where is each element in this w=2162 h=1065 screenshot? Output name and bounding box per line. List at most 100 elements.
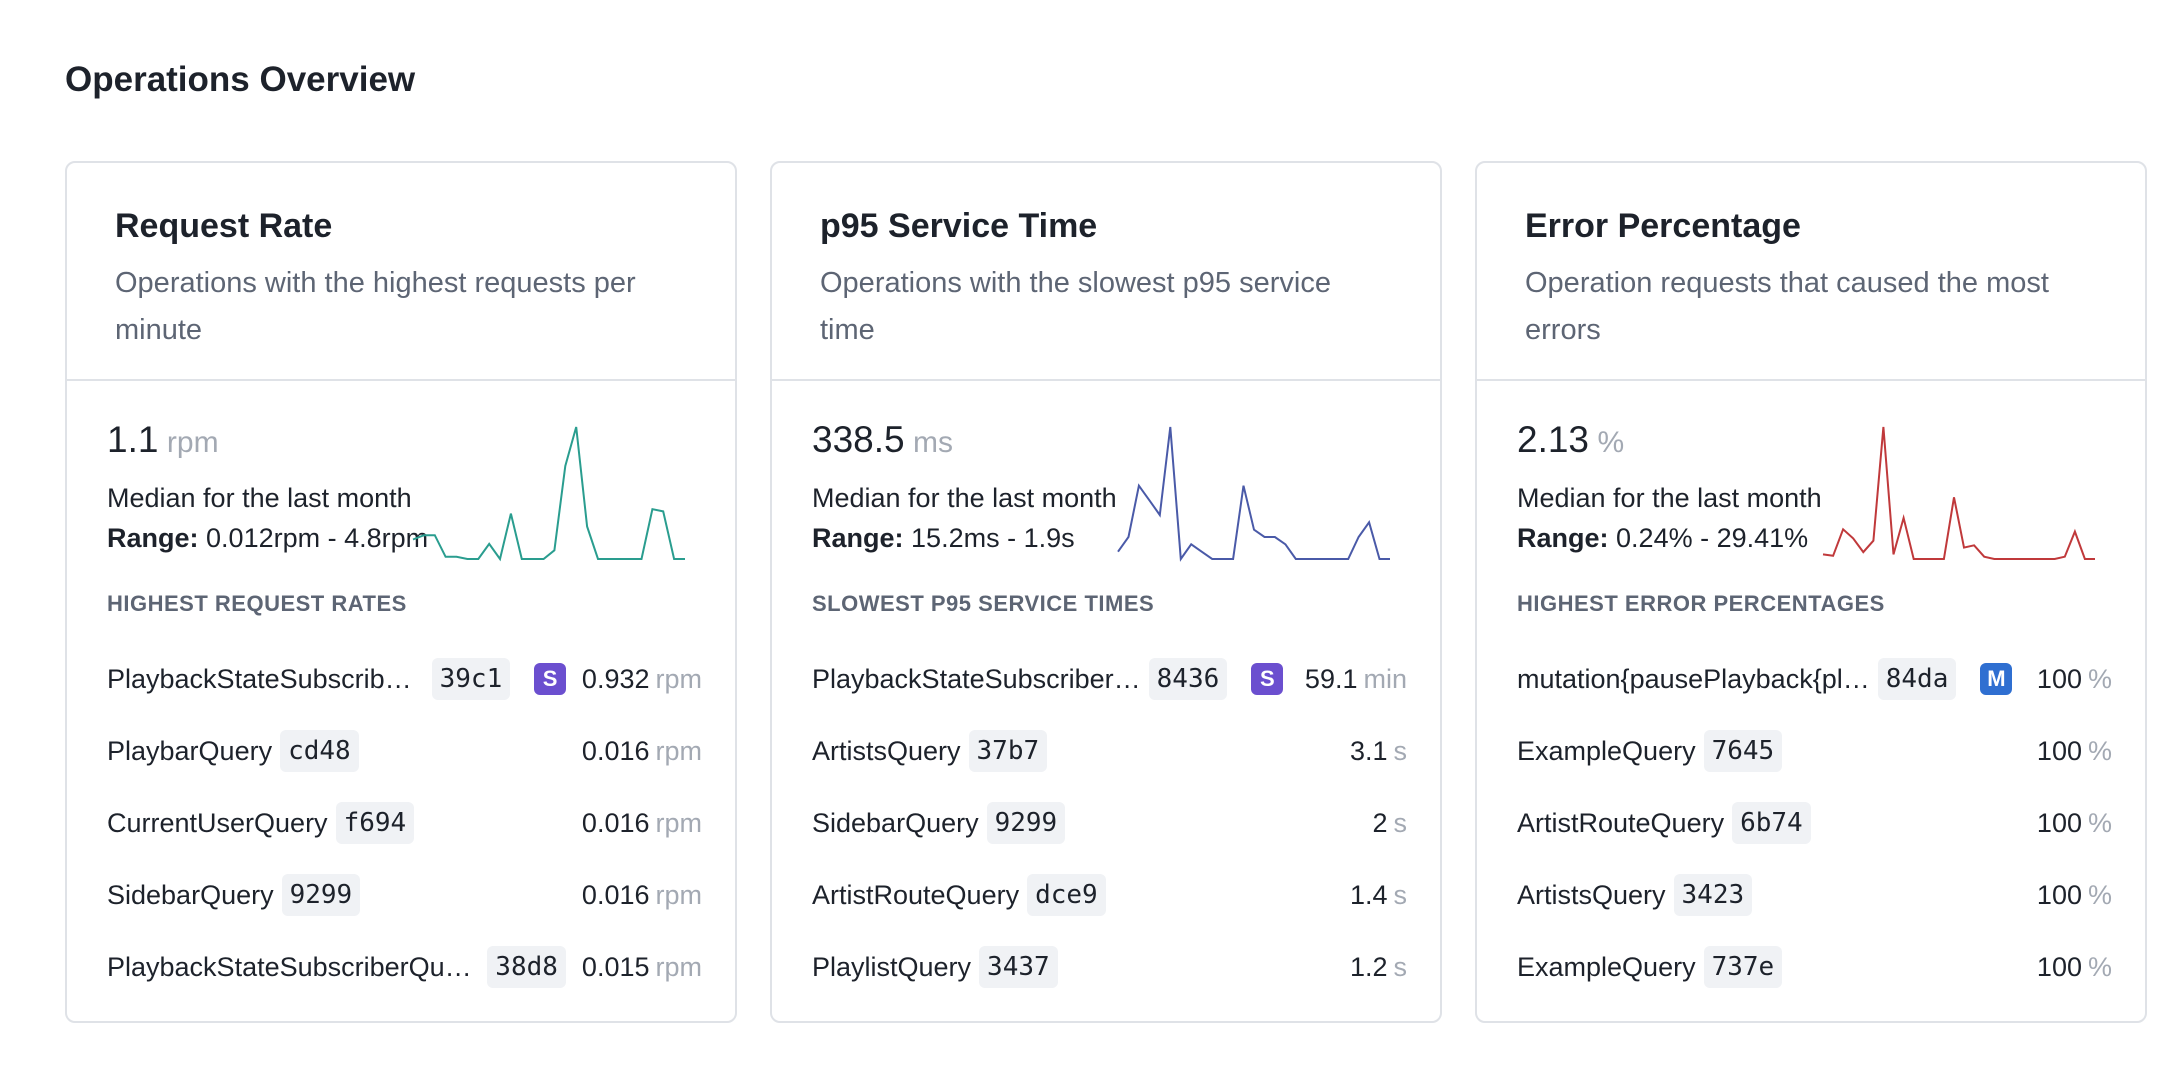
value-unit: rpm <box>655 663 703 694</box>
operation-name[interactable]: ArtistRouteQuery <box>1517 808 1724 839</box>
operation-hash: 3437 <box>979 946 1058 988</box>
operation-name[interactable]: ArtistsQuery <box>1517 880 1666 911</box>
range-label: Range: <box>107 523 199 553</box>
error-percentage-sparkline <box>1822 426 2095 560</box>
value-unit: rpm <box>655 951 703 982</box>
operation-row[interactable]: SidebarQuery 9299 0.016 rpm <box>107 859 702 931</box>
operation-value: 0.016 rpm <box>582 880 702 911</box>
operation-row[interactable]: PlaybarQuery cd48 0.016 rpm <box>107 715 702 787</box>
card-description: Operations with the highest requests per… <box>115 267 636 346</box>
operation-row[interactable]: PlaybackStateSubscriber… 8436 S 59.1 min <box>812 643 1407 715</box>
operation-hash: 737e <box>1703 946 1783 988</box>
operation-row[interactable]: ArtistsQuery 37b7 3.1 s <box>812 715 1407 787</box>
operation-name[interactable]: PlaybackStateSubscribe… <box>107 664 424 695</box>
value-number: 100 <box>2036 807 2082 838</box>
operation-name[interactable]: CurrentUserQuery <box>107 808 328 839</box>
metric-unit: ms <box>913 426 954 459</box>
operation-row[interactable]: mutation{pausePlayback{pl… 84da M 100% <box>1517 643 2112 715</box>
operation-value: 100% <box>2037 808 2112 839</box>
value-number: 3.1 <box>1349 735 1388 766</box>
operation-name[interactable]: PlaylistQuery <box>812 952 971 983</box>
value-unit: min <box>1363 663 1407 694</box>
operation-name[interactable]: ExampleQuery <box>1517 952 1696 983</box>
operation-name[interactable]: SidebarQuery <box>107 880 274 911</box>
metric-value: 1.1 <box>107 419 159 460</box>
value-number: 100 <box>2036 879 2082 910</box>
sparkline-line <box>1117 426 1390 562</box>
section-label: HIGHEST ERROR PERCENTAGES <box>1517 591 1885 616</box>
value-unit: % <box>2087 735 2112 766</box>
value-number: 0.016 <box>581 879 650 910</box>
operation-row[interactable]: CurrentUserQuery f694 0.016 rpm <box>107 787 702 859</box>
operation-row[interactable]: PlaylistQuery 3437 1.2 s <box>812 931 1407 1003</box>
operation-value: 100% <box>2037 880 2112 911</box>
cards-container: Request Rate Operations with the highest… <box>65 161 2147 1023</box>
range-label: Range: <box>1517 523 1609 553</box>
operation-hash: 84da <box>1877 658 1957 700</box>
card-header: Request Rate Operations with the highest… <box>67 163 735 381</box>
operation-row[interactable]: SidebarQuery 9299 2s <box>812 787 1407 859</box>
operation-row[interactable]: ArtistRouteQuery 6b74 100% <box>1517 787 2112 859</box>
operation-list: mutation{pausePlayback{pl… 84da M 100% E… <box>1517 643 2112 1003</box>
operation-list: PlaybackStateSubscribe… 39c1 S 0.932 rpm … <box>107 643 702 1003</box>
card-title: Error Percentage <box>1525 207 1801 245</box>
card-title: p95 Service Time <box>820 207 1098 245</box>
operation-value: 0.932 rpm <box>582 664 702 695</box>
value-number: 1.4 <box>1349 879 1388 910</box>
operation-name[interactable]: ArtistRouteQuery <box>812 880 1019 911</box>
operation-row[interactable]: ArtistRouteQuery dce9 1.4 s <box>812 859 1407 931</box>
operation-name[interactable]: mutation{pausePlayback{pl… <box>1517 664 1870 695</box>
operation-name[interactable]: PlaybackStateSubscriberQuery <box>107 952 479 983</box>
metric-unit: % <box>1597 426 1625 459</box>
operation-name[interactable]: PlaybarQuery <box>107 736 272 767</box>
service-time-sparkline <box>1117 426 1390 562</box>
card-description: Operation requests that caused the most … <box>1525 267 2049 346</box>
operation-name[interactable]: ArtistsQuery <box>812 736 961 767</box>
request-rate-sparkline <box>412 426 685 562</box>
request-rate-card: Request Rate Operations with the highest… <box>65 161 737 1023</box>
mutation-badge: M <box>1980 663 2013 695</box>
operation-row[interactable]: PlaybackStateSubscribe… 39c1 S 0.932 rpm <box>107 643 702 715</box>
value-number: 2 <box>1372 807 1388 838</box>
value-unit: % <box>2087 879 2112 910</box>
operation-hash: dce9 <box>1027 874 1106 916</box>
range: Range: 0.24% - 29.41% <box>1517 523 1808 554</box>
operation-hash: 6b74 <box>1732 802 1811 844</box>
value-unit: % <box>2087 663 2112 694</box>
metric-value: 338.5 <box>812 419 905 460</box>
value-number: 100 <box>2036 663 2082 694</box>
range: Range: 0.012rpm - 4.8rpm <box>107 523 428 554</box>
metric: 2.13 % <box>1517 419 1624 461</box>
operation-row[interactable]: ExampleQuery 737e 100% <box>1517 931 2112 1003</box>
operation-row[interactable]: PlaybackStateSubscriberQuery 38d8 0.015 r… <box>107 931 702 1003</box>
operation-value: 2s <box>1372 808 1407 839</box>
value-number: 0.016 <box>581 735 650 766</box>
value-unit: rpm <box>655 807 703 838</box>
value-number: 0.016 <box>581 807 650 838</box>
card-header: Error Percentage Operation requests that… <box>1477 163 2145 381</box>
value-unit: s <box>1393 807 1408 838</box>
operation-name[interactable]: PlaybackStateSubscriber… <box>812 664 1141 695</box>
range-value: 0.24% - 29.41% <box>1616 523 1809 553</box>
operation-name[interactable]: ExampleQuery <box>1517 736 1696 767</box>
range-value: 15.2ms - 1.9s <box>911 523 1075 553</box>
value-number: 0.015 <box>581 951 650 982</box>
range: Range: 15.2ms - 1.9s <box>812 523 1075 554</box>
value-unit: % <box>2087 951 2112 982</box>
operation-value: 1.4 s <box>1350 880 1407 911</box>
range-value: 0.012rpm - 4.8rpm <box>206 523 429 553</box>
operation-value: 0.016 rpm <box>582 808 702 839</box>
operation-hash: 38d8 <box>487 946 566 988</box>
median-text: Median for the last month <box>1517 483 1822 513</box>
operation-hash: 37b7 <box>968 730 1048 772</box>
operation-hash: 8436 <box>1148 658 1228 700</box>
operation-hash: 3423 <box>1673 874 1753 916</box>
operation-row[interactable]: ExampleQuery 7645 100% <box>1517 715 2112 787</box>
operation-value: 59.1 min <box>1305 664 1407 695</box>
card-title: Request Rate <box>115 207 333 245</box>
operation-name[interactable]: SidebarQuery <box>812 808 979 839</box>
operation-row[interactable]: ArtistsQuery 3423 100% <box>1517 859 2112 931</box>
value-unit: rpm <box>655 879 703 910</box>
operation-hash: 9299 <box>986 802 1066 844</box>
subscription-badge: S <box>534 663 566 695</box>
